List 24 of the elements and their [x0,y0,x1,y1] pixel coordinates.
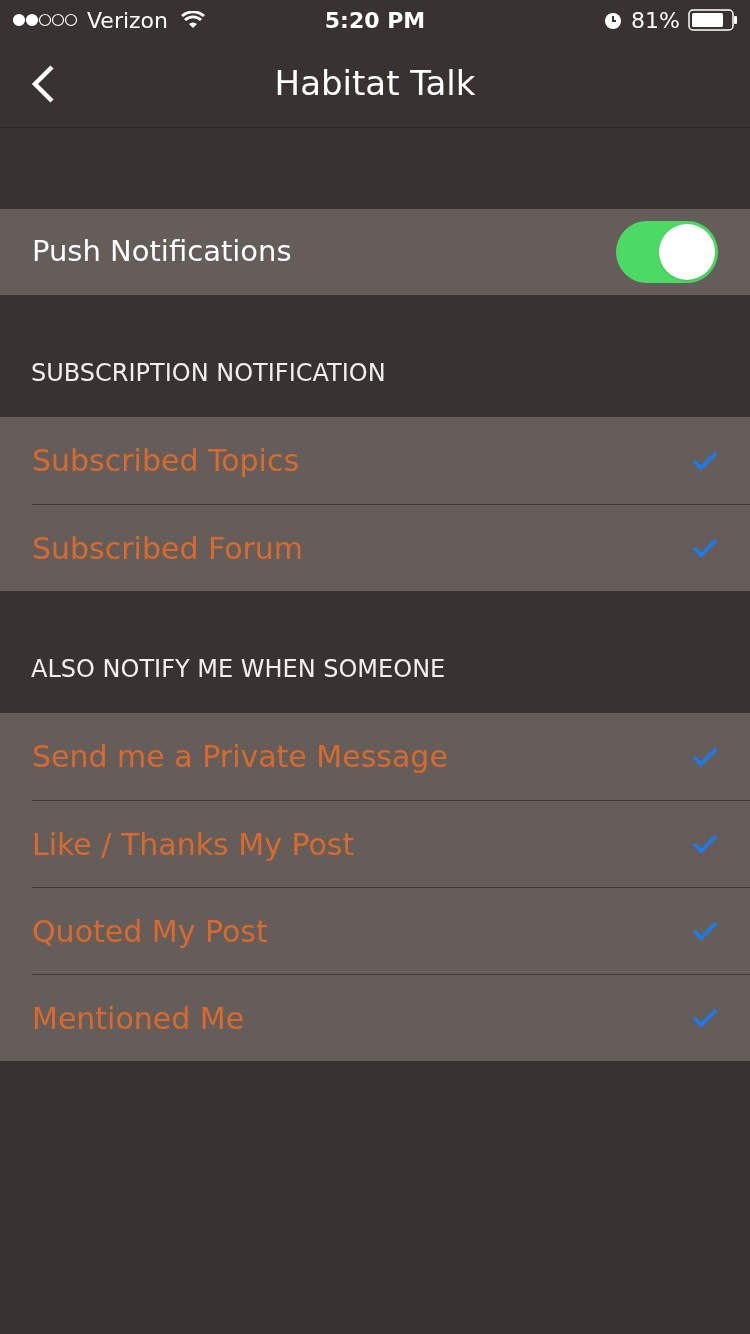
option-label: Send me a Private Message [32,738,448,776]
push-notifications-label: Push Notifications [32,233,292,271]
notification-option[interactable]: Subscribed Forum [32,504,750,591]
battery-icon [688,9,738,31]
option-label: Subscribed Forum [32,529,304,568]
notification-option[interactable]: Send me a Private Message [32,713,750,800]
notification-option[interactable]: Like / Thanks My Post [32,800,750,887]
carrier-name: Verizon [87,6,168,35]
section-header: ALSO NOTIFY ME WHEN SOMEONE [31,654,446,685]
option-label: Subscribed Topics [32,442,300,480]
option-label: Mentioned Me [32,999,245,1038]
wifi-icon [181,11,205,29]
screen-title: Habitat Talk [274,62,476,105]
notification-option[interactable]: Subscribed Topics [32,417,750,504]
battery-percent: 81% [631,6,680,35]
notification-option[interactable]: Mentioned Me [32,974,750,1061]
section-header: SUBSCRIPTION NOTIFICATION [31,358,386,389]
option-label: Like / Thanks My Post [32,825,355,864]
option-label: Quoted My Post [32,912,268,951]
back-icon [30,63,56,104]
alarm-icon [603,10,624,30]
signal-icon [12,13,78,27]
clock-time: 5:20 PM [324,6,426,35]
notification-option[interactable]: Quoted My Post [32,887,750,974]
